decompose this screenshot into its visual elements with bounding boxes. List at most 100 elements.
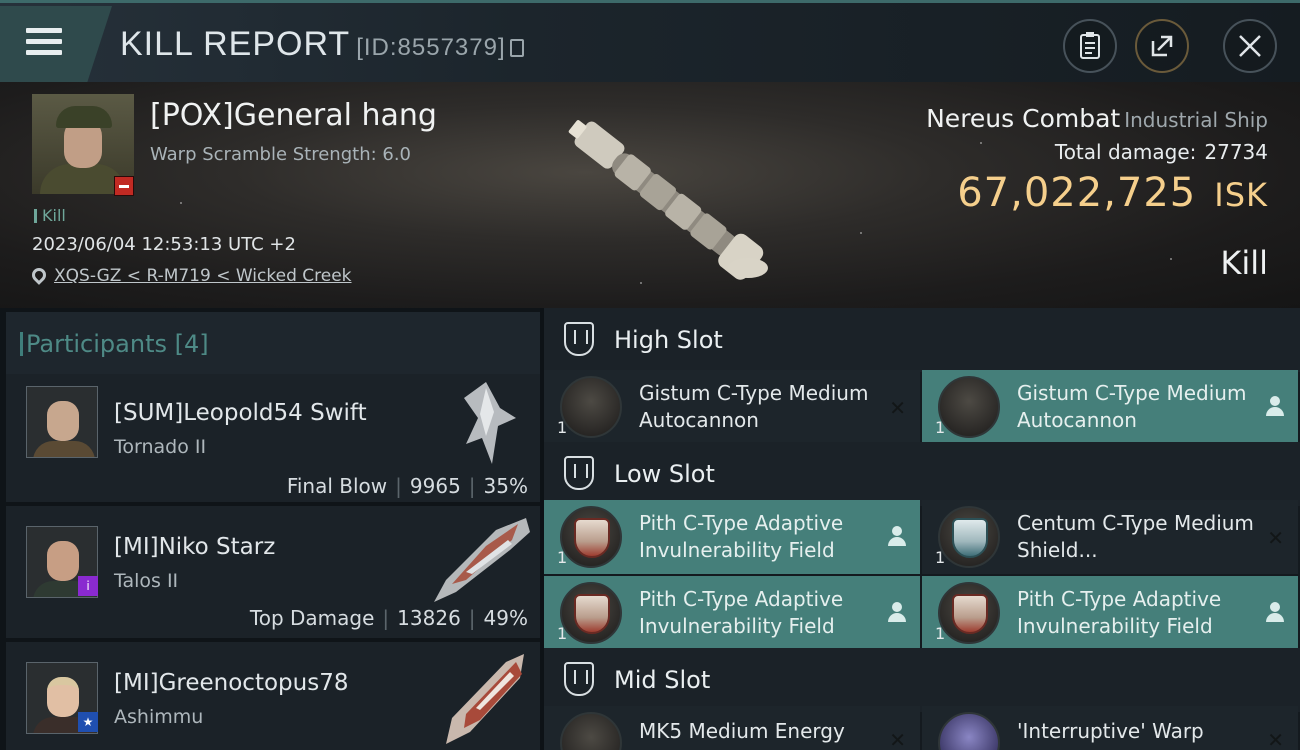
warp-disruptor-icon (938, 712, 1000, 750)
module-name: Pith C-Type Adaptive Invulnerability Fie… (639, 511, 844, 562)
report-id: [ID:8557379] (356, 34, 506, 61)
destroyed-x-icon: ✕ (889, 396, 906, 420)
total-damage-label: Total damage: (1054, 140, 1197, 164)
slot-label: High Slot (614, 326, 723, 354)
isk-value: 67,022,725 ISK (957, 170, 1268, 216)
module-qty: 1 (557, 548, 568, 567)
module-qty: 1 (935, 418, 946, 437)
module-qty: 1 (557, 624, 568, 643)
stats-separator: | (395, 474, 402, 498)
page-title: KILL REPORT [ID:8557379] (120, 25, 524, 64)
victim-pilot-name[interactable]: [POX]General hang (150, 98, 437, 133)
mid-slot-header: Mid Slot (544, 648, 1300, 712)
participant-role: Top Damage (249, 606, 375, 630)
participant-card[interactable]: [SUM]Leopold54 Swift Tornado II Final Bl… (6, 374, 540, 504)
module-item[interactable]: 1 Gistum C-Type Medium Autocannon (922, 370, 1298, 444)
fitting-panel: High Slot 1 Gistum C-Type Medium Autocan… (544, 308, 1300, 750)
shield-extender-icon (938, 506, 1000, 568)
ship-name-text: Nereus Combat (926, 104, 1121, 133)
ship-class: Industrial Ship (1124, 108, 1268, 132)
invulnerability-field-icon (938, 582, 1000, 644)
avatar-body (33, 441, 95, 457)
location-link[interactable]: XQS-GZ < R-M719 < Wicked Creek (54, 266, 352, 286)
participant-damage: 9965 (409, 474, 461, 498)
close-icon (1239, 35, 1261, 57)
participant-ship-image (446, 654, 524, 744)
module-qty: 1 (935, 624, 946, 643)
participants-header[interactable]: Participants [4] (6, 312, 540, 374)
participants-panel: Participants [4] [SUM]Leopold54 Swift To… (0, 308, 540, 750)
clipboard-button[interactable] (1063, 19, 1117, 73)
module-qty: 1 (935, 548, 946, 567)
stats-separator: | (468, 606, 476, 630)
avatar-face (47, 677, 79, 717)
participant-name[interactable]: [SUM]Leopold54 Swift (114, 400, 367, 426)
dropped-person-icon (1266, 602, 1284, 622)
module-qty: 1 (557, 418, 568, 437)
destroyed-x-icon: ✕ (1267, 728, 1284, 750)
participant-name[interactable]: [MI]Greenoctopus78 (114, 670, 348, 696)
module-item[interactable]: 1 Pith C-Type Adaptive Invulnerability F… (544, 576, 920, 650)
participant-stats: Top Damage | 13826 | 49% (250, 606, 528, 630)
menu-icon (26, 28, 62, 33)
participant-name[interactable]: [MI]Niko Starz (114, 534, 275, 560)
avatar-face (47, 541, 79, 581)
participant-ship: Talos II (114, 570, 179, 592)
slot-label: Mid Slot (614, 666, 711, 694)
module-name: Gistum C-Type Medium Autocannon (639, 381, 869, 432)
isk-unit: ISK (1214, 176, 1268, 214)
low-slot-header: Low Slot (544, 442, 1300, 506)
module-item[interactable]: 1 Gistum C-Type Medium Autocannon ✕ (544, 370, 920, 444)
isk-amount: 67,022,725 (957, 170, 1197, 216)
menu-icon-bar (26, 50, 62, 55)
menu-icon-bar (26, 39, 62, 44)
star-badge-icon: ★ (78, 712, 98, 732)
module-name: Pith C-Type Adaptive Invulnerability Fie… (1017, 587, 1222, 638)
module-item[interactable]: MK5 Medium Energy ✕ (544, 706, 920, 750)
warp-scramble-strength: Warp Scramble Strength: 6.0 (150, 144, 412, 165)
participant-ship: Ashimmu (114, 706, 204, 728)
kill-tag: Kill (34, 206, 66, 225)
victim-ship-name[interactable]: Nereus Combat Industrial Ship (926, 104, 1268, 133)
share-button[interactable] (1135, 19, 1189, 73)
stats-separator: | (468, 474, 476, 498)
module-item[interactable]: 1 Pith C-Type Adaptive Invulnerability F… (544, 500, 920, 574)
menu-button[interactable] (0, 6, 112, 82)
participant-card[interactable]: i [MI]Niko Starz Talos II Top Damage | 138… (6, 506, 540, 640)
victim-ship-image[interactable] (520, 86, 790, 296)
module-item[interactable]: 'Interruptive' Warp ✕ (922, 706, 1298, 750)
module-name: MK5 Medium Energy (639, 719, 845, 743)
copy-icon[interactable] (509, 39, 524, 57)
invulnerability-field-icon (560, 582, 622, 644)
autocannon-icon (938, 376, 1000, 438)
kill-location[interactable]: XQS-GZ < R-M719 < Wicked Creek (29, 265, 352, 286)
info-badge-icon: i (78, 576, 98, 596)
participant-card[interactable]: ★ [MI]Greenoctopus78 Ashimmu (6, 642, 540, 750)
header-bar: KILL REPORT [ID:8557379] (0, 0, 1300, 82)
result-label: Kill (1220, 244, 1268, 282)
participant-percent: 35% (483, 474, 528, 498)
module-name: 'Interruptive' Warp (1017, 719, 1204, 743)
invulnerability-field-icon (560, 506, 622, 568)
avatar[interactable] (26, 386, 98, 458)
dropped-person-icon (888, 526, 906, 546)
energy-module-icon (560, 712, 622, 750)
clipboard-icon (1080, 32, 1100, 59)
participant-ship: Tornado II (114, 436, 207, 458)
share-icon (1151, 35, 1173, 57)
slot-icon (564, 322, 594, 356)
kill-datetime: 2023/06/04 12:53:13 UTC +2 (32, 234, 296, 255)
location-pin-icon (29, 265, 49, 285)
module-item[interactable]: 1 Centum C-Type Medium Shield... ✕ (922, 500, 1298, 574)
module-item[interactable]: 1 Pith C-Type Adaptive Invulnerability F… (922, 576, 1298, 650)
participants-label: Participants [4] (20, 330, 209, 358)
slot-icon (564, 456, 594, 490)
autocannon-icon (560, 376, 622, 438)
slot-icon (564, 662, 594, 696)
close-button[interactable] (1223, 19, 1277, 73)
dropped-person-icon (1266, 396, 1284, 416)
participant-stats: Final Blow | 9965 | 35% (287, 474, 528, 498)
participant-damage: 13826 (397, 606, 461, 630)
standing-badge-icon (114, 176, 134, 196)
participant-role: Final Blow (286, 474, 388, 498)
